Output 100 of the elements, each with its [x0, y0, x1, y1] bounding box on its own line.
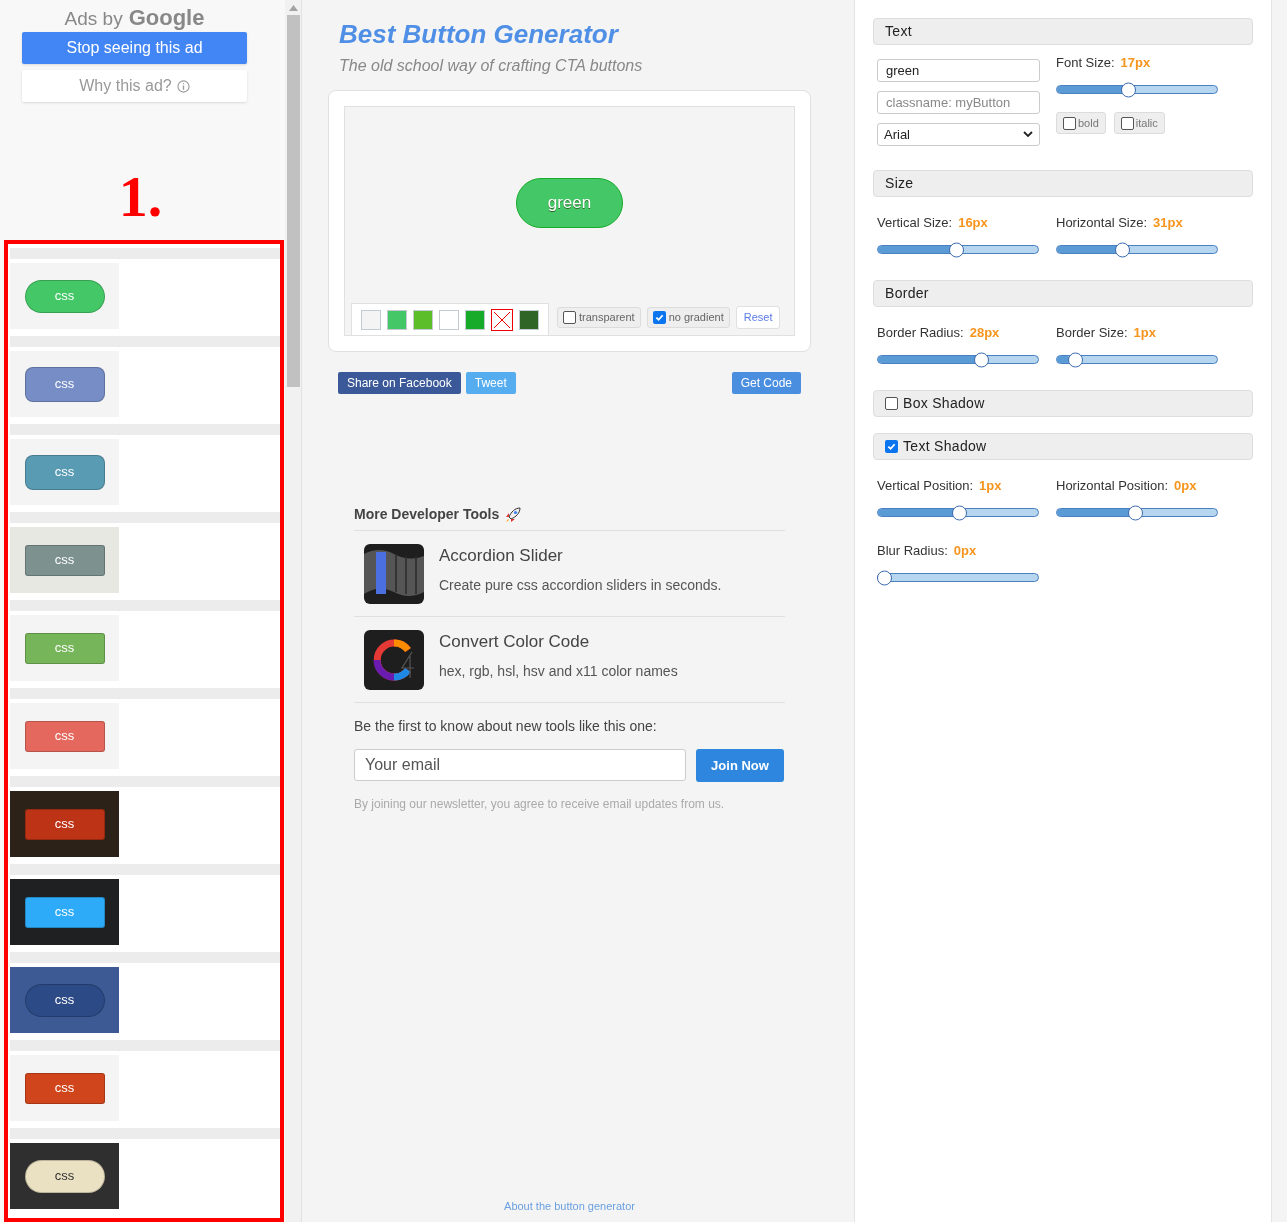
section-header[interactable]: Text Shadow — [873, 433, 1253, 460]
preset-tile[interactable]: css — [10, 263, 119, 329]
get-code-button[interactable]: Get Code — [731, 372, 801, 394]
slider-track[interactable] — [877, 245, 1039, 254]
google-logo: Google — [128, 4, 205, 32]
preset-tile[interactable]: css — [10, 527, 119, 593]
slider-reading: 0px — [953, 542, 977, 560]
section-title: Text — [885, 22, 912, 41]
slider-label: Horizontal Position: — [1056, 477, 1168, 495]
slider-thumb[interactable] — [949, 242, 964, 257]
preset-button[interactable]: css — [24, 808, 105, 840]
option-checkbox[interactable] — [563, 311, 576, 324]
email-field[interactable]: Your email — [354, 749, 686, 781]
preset-button[interactable]: css — [24, 279, 105, 313]
slider-thumb[interactable] — [1067, 352, 1083, 367]
section-title: Text Shadow — [903, 437, 987, 456]
accordion-slider-icon — [364, 543, 424, 604]
slider-reading: 16px — [958, 214, 988, 232]
preset-button[interactable]: css — [24, 720, 105, 752]
no-color-swatch[interactable] — [491, 308, 513, 331]
color-swatch[interactable] — [439, 309, 459, 330]
style-checkbox[interactable] — [1120, 116, 1134, 130]
preset-tile[interactable]: css — [10, 351, 119, 417]
slider-track[interactable] — [1056, 85, 1218, 94]
color-swatch[interactable] — [465, 309, 485, 330]
preset-tile[interactable]: css — [10, 1055, 119, 1121]
reset-button[interactable]: Reset — [735, 306, 781, 329]
preset-tile[interactable]: css — [10, 703, 119, 769]
preset-tile[interactable]: css — [10, 615, 119, 681]
preset-button[interactable]: css — [24, 632, 105, 664]
slider-label: Border Radius: — [877, 324, 964, 342]
slider-thumb[interactable] — [951, 505, 967, 520]
rocket-icon — [504, 505, 523, 524]
style-label: italic — [1135, 115, 1158, 131]
preset-tile[interactable]: css — [10, 967, 119, 1033]
preset-button[interactable]: css — [24, 1072, 105, 1104]
preset-button[interactable]: css — [24, 983, 105, 1017]
style-label: bold — [1078, 115, 1099, 131]
slider-thumb[interactable] — [1128, 505, 1143, 520]
option-toggle[interactable]: no gradient — [646, 307, 730, 328]
style-toggle[interactable]: italic — [1113, 112, 1165, 134]
stop-seeing-ad-button[interactable]: Stop seeing this ad — [22, 32, 247, 64]
style-toggle[interactable]: bold — [1056, 112, 1106, 134]
preset-tile[interactable]: css — [10, 1143, 119, 1209]
share-facebook-button[interactable]: Share on Facebook — [338, 372, 461, 394]
option-checkbox[interactable] — [652, 311, 666, 324]
slider-track[interactable] — [1056, 245, 1218, 254]
join-now-button[interactable]: Join Now — [696, 749, 784, 782]
page-title: Best Button Generator — [339, 18, 620, 51]
slider-reading: 0px — [1174, 477, 1197, 495]
preset-button[interactable]: css — [24, 896, 105, 928]
section-title: Border — [885, 284, 929, 303]
slider-track[interactable] — [877, 573, 1039, 582]
slider-thumb[interactable] — [974, 352, 989, 367]
option-label: no gradient — [668, 310, 724, 326]
slider-track[interactable] — [1056, 508, 1218, 517]
classname-field[interactable]: classname: myButton — [877, 91, 1040, 114]
slider-reading: 17px — [1120, 54, 1151, 72]
preset-tile[interactable]: css — [10, 791, 119, 857]
section-title: Size — [885, 174, 914, 193]
scrollbar-thumb[interactable] — [286, 15, 300, 387]
tools-heading: More Developer Tools — [354, 505, 500, 524]
scroll-up-icon[interactable] — [288, 5, 298, 11]
slider-track[interactable] — [877, 508, 1039, 517]
preset-button[interactable]: css — [24, 1159, 105, 1193]
slider-thumb[interactable] — [1114, 242, 1130, 257]
slider-thumb[interactable] — [1120, 82, 1136, 97]
color-swatch[interactable] — [413, 309, 433, 330]
slider-reading: 1px — [1133, 324, 1156, 342]
annotation-number: 1. — [118, 168, 163, 226]
why-this-ad-button[interactable]: Why this ad? — [22, 70, 247, 102]
preview-button[interactable]: green — [516, 178, 623, 228]
preset-tile[interactable]: css — [10, 879, 119, 945]
color-swatch[interactable] — [387, 309, 407, 330]
preset-button[interactable]: css — [24, 366, 105, 402]
color-swatch[interactable] — [519, 309, 539, 330]
option-label: transparent — [579, 310, 635, 326]
option-toggle[interactable]: transparent — [557, 307, 641, 328]
slider-thumb[interactable] — [877, 570, 892, 585]
tool-title[interactable]: Accordion Slider — [439, 543, 722, 569]
about-link[interactable]: About the button generator — [504, 1197, 635, 1214]
tweet-button[interactable]: Tweet — [465, 372, 516, 394]
section-checkbox[interactable] — [885, 440, 898, 453]
slider-track[interactable] — [877, 355, 1039, 364]
page-subtitle: The old school way of crafting CTA buttons — [339, 56, 644, 76]
slider-label: Border Size: — [1056, 324, 1128, 342]
section-header[interactable]: Box Shadow — [873, 390, 1253, 417]
color-swatch[interactable] — [361, 309, 381, 330]
preset-button[interactable]: css — [24, 544, 105, 576]
newsletter-note: By joining our newsletter, you agree to receive email updates from us. — [354, 796, 726, 813]
text-field[interactable]: green — [877, 59, 1040, 82]
section-checkbox[interactable] — [885, 397, 898, 410]
preset-tile[interactable]: css — [10, 439, 119, 505]
font-select[interactable]: Arial — [877, 123, 1040, 146]
tool-title[interactable]: Convert Color Code — [439, 629, 678, 655]
slider-track[interactable] — [1056, 355, 1218, 364]
preset-button[interactable]: css — [24, 454, 105, 490]
style-checkbox[interactable] — [1063, 116, 1076, 130]
ads-by-label: Ads by — [64, 7, 123, 31]
newsletter-prompt: Be the first to know about new tools like this one: — [354, 717, 658, 736]
